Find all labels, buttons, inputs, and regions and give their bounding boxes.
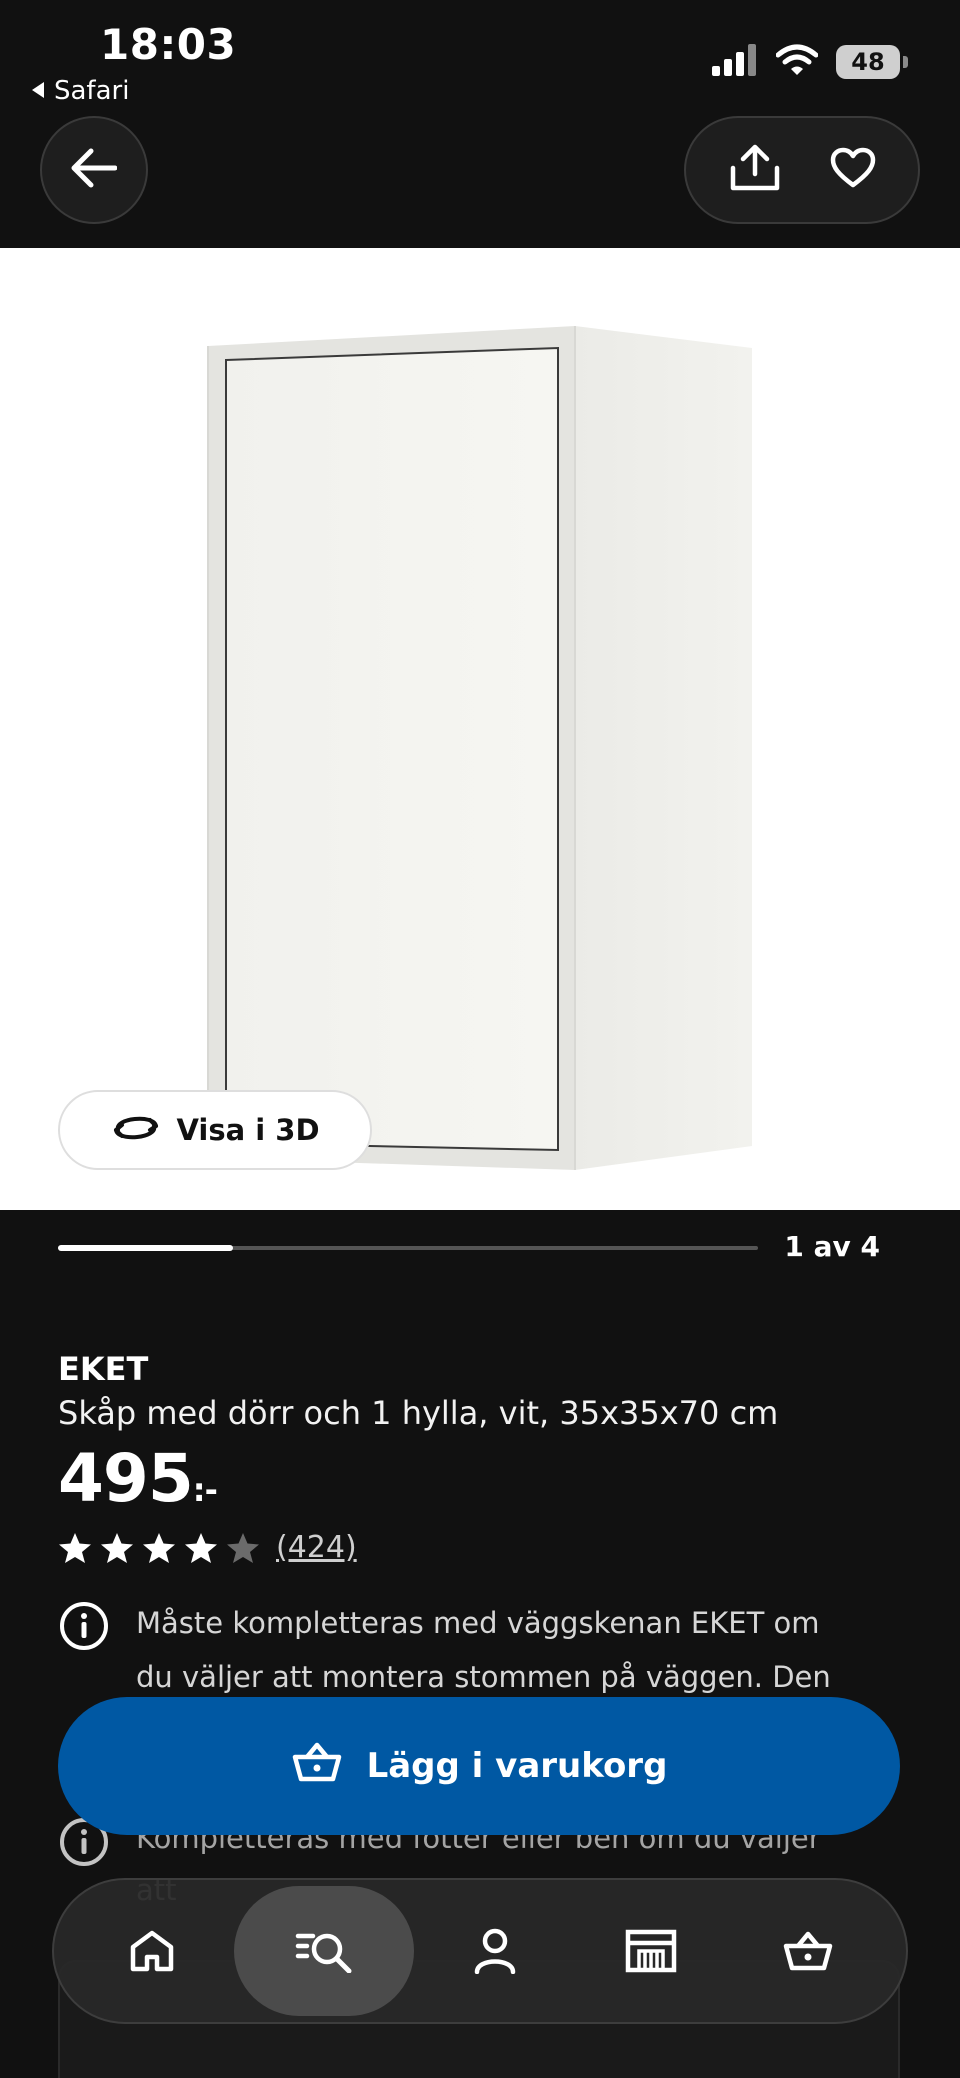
action-pill [684,116,920,224]
wifi-icon [775,44,819,80]
arrow-left-icon [71,148,118,192]
battery-icon: 48 [836,45,908,79]
star-empty-icon [227,1532,259,1563]
product-image[interactable] [0,248,960,1210]
tab-profile[interactable] [420,1886,570,2016]
tab-stores[interactable] [576,1886,726,2016]
tab-search[interactable] [233,1886,414,2016]
star-filled-icon [185,1532,217,1563]
review-count-link[interactable]: (424) [276,1530,357,1565]
user-icon [474,1928,516,1974]
back-app-label: Safari [54,76,130,106]
store-icon [626,1929,677,1973]
home-icon [130,1930,174,1972]
add-to-cart-label: Lägg i varukorg [366,1746,668,1786]
basket-icon [291,1739,343,1794]
rating[interactable]: (424) [58,1530,357,1565]
share-button[interactable] [729,144,781,196]
view-3d-label: Visa i 3D [176,1113,320,1147]
image-progress-track [58,1245,758,1251]
rotate-3d-icon [110,1110,162,1151]
add-to-cart-button[interactable]: Lägg i varukorg [58,1697,900,1835]
back-button[interactable] [40,116,148,224]
heart-icon [830,147,875,188]
bottom-tab-bar [52,1878,908,2024]
share-icon [730,144,779,191]
status-time: 18:03 [100,20,237,69]
tab-home[interactable] [77,1886,227,2016]
view-3d-button[interactable]: Visa i 3D [58,1090,372,1170]
signal-icon [712,44,758,80]
star-filled-icon [101,1532,133,1563]
favorite-button[interactable] [830,147,876,193]
product-description: Skåp med dörr och 1 hylla, vit, 35x35x70… [58,1394,779,1432]
cabinet-illustration [207,326,752,1170]
image-counter: 1 av 4 [784,1230,880,1263]
star-filled-icon [143,1532,175,1563]
image-progress-fill [58,1245,233,1251]
status-indicators: 48 [712,44,908,80]
back-to-app[interactable]: Safari [30,76,129,106]
price-suffix: :- [192,1471,218,1509]
price-value: 495 [58,1440,194,1517]
back-triangle-icon [30,76,46,106]
tab-cart[interactable] [733,1886,883,2016]
star-filled-icon [59,1532,91,1563]
rating-stars [58,1532,260,1564]
basket-icon [783,1931,832,1971]
product-brand: EKET [58,1350,149,1388]
product-price: 495:- [58,1440,218,1517]
product-page: 18:03 Safari 48 Visa i 3D 1 av 4 EKET Sk… [0,0,960,2078]
search-list-icon [295,1933,352,1973]
